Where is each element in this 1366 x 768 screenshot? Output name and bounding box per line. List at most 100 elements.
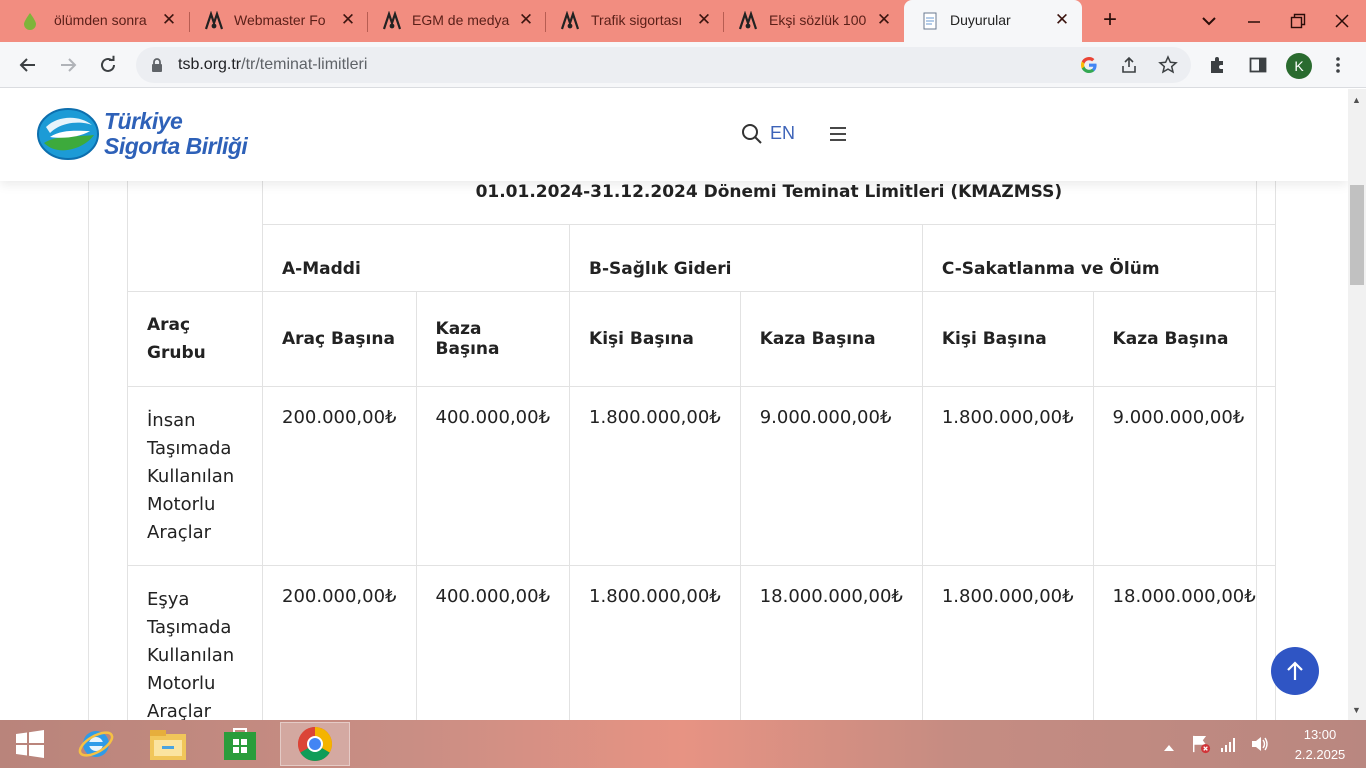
page-viewport: Türkiye Sigorta Birliği EN 01.01.2024-31… [0, 89, 1348, 720]
hamburger-menu-icon[interactable] [829, 125, 847, 143]
reload-icon [101, 55, 115, 72]
document-icon [923, 12, 937, 30]
arrow-up-icon [1287, 661, 1303, 680]
logo-line-2: Sigorta Birliği [104, 133, 248, 159]
green-drop-icon [24, 13, 36, 30]
subheader-cell: Kişi Başına [569, 291, 741, 387]
tab-4[interactable]: Trafik sigortası ✕ [546, 0, 724, 42]
windows-taskbar: 13:00 2.2.2025 [0, 720, 1366, 768]
tab-6-active[interactable]: Duyurular ✕ [904, 0, 1082, 42]
profile-avatar[interactable]: K [1286, 53, 1312, 79]
scroll-up-arrow-icon[interactable]: ▲ [1352, 95, 1361, 105]
subheader-cell: Kaza Başına [1092, 291, 1276, 387]
tab-2[interactable]: Webmaster Fo ✕ [190, 0, 368, 42]
url-host: tsb.org.tr [178, 56, 242, 73]
chrome-icon [298, 727, 332, 761]
language-switch-link[interactable]: EN [770, 123, 795, 144]
side-panel-button[interactable] [1244, 51, 1272, 79]
share-icon[interactable] [1119, 55, 1139, 75]
restore-icon [1290, 13, 1306, 29]
tab-1[interactable]: ölümden sonra ✕ [0, 0, 190, 42]
tab-close-icon[interactable]: ✕ [337, 9, 359, 31]
logo-text: Türkiye Sigorta Birliği [104, 108, 248, 159]
start-button[interactable] [0, 722, 60, 766]
group-header-b: B-Sağlık Gideri [569, 224, 923, 292]
tab-strip: ölümden sonra ✕ Webmaster Fo ✕ EGM de me… [0, 0, 1366, 42]
address-bar[interactable]: tsb.org.tr/tr/teminat-limitleri [136, 47, 1191, 83]
group-header-c: C-Sakatlanma ve Ölüm [921, 224, 1276, 292]
tab-5[interactable]: Ekşi sözlük 100 ✕ [724, 0, 902, 42]
taskbar-chrome[interactable] [280, 722, 350, 766]
value-cell: 200.000,00₺ [262, 386, 417, 566]
forward-button[interactable] [54, 51, 82, 79]
close-window-button[interactable] [1320, 0, 1364, 42]
back-button[interactable] [14, 51, 42, 79]
forward-arrow-icon [61, 58, 77, 72]
value-cell: 9.000.000,00₺ [739, 386, 923, 566]
star-bookmark-icon[interactable] [1158, 55, 1178, 75]
table-row: Eşya Taşımada Kullanılan Motorlu Araçlar… [127, 565, 1276, 720]
browser-toolbar: tsb.org.tr/tr/teminat-limitleri K [0, 42, 1366, 88]
taskbar-store[interactable] [208, 722, 272, 766]
taskbar-file-explorer[interactable] [136, 722, 200, 766]
lock-icon[interactable] [150, 57, 164, 73]
tab-title: Duyurular [950, 12, 1011, 28]
tab-close-icon[interactable]: ✕ [515, 9, 537, 31]
subheader-cell: Kişi Başına [921, 291, 1094, 387]
content-border-left [88, 89, 89, 720]
value-cell: 1.800.000,00₺ [921, 565, 1094, 720]
kebab-menu-icon [1336, 57, 1340, 73]
new-tab-button[interactable]: + [1097, 8, 1123, 34]
site-logo[interactable]: Türkiye Sigorta Birliği [36, 105, 266, 165]
action-center-flag-icon[interactable] [1190, 734, 1212, 754]
tab-title: Ekşi sözlük 100 [769, 12, 867, 28]
site-logo-icon [204, 11, 224, 30]
network-signal-icon[interactable] [1220, 734, 1238, 754]
browser-menu-button[interactable] [1324, 51, 1352, 79]
start-icon [16, 730, 44, 758]
minimize-icon [1248, 21, 1260, 23]
row-name-cell: Eşya Taşımada Kullanılan Motorlu Araçlar [127, 565, 263, 720]
row-header-title: Araç Grubu [127, 291, 263, 387]
search-icon[interactable] [741, 123, 763, 145]
scrollbar-thumb[interactable] [1350, 185, 1364, 285]
url-text[interactable]: tsb.org.tr/tr/teminat-limitleri [178, 56, 367, 74]
tray-expand-icon[interactable] [1163, 738, 1175, 758]
tab-title: Webmaster Fo [234, 12, 326, 28]
reload-button[interactable] [94, 51, 122, 79]
chevron-down-icon[interactable] [1198, 10, 1220, 32]
logo-line-1: Türkiye [104, 108, 183, 134]
extensions-button[interactable] [1204, 51, 1232, 79]
scroll-down-arrow-icon[interactable]: ▼ [1352, 705, 1361, 715]
taskbar-ie[interactable] [64, 722, 128, 766]
tab-close-icon[interactable]: ✕ [1051, 9, 1073, 31]
tsb-logo-icon [37, 108, 99, 160]
subheader-cell: Kaza Başına [415, 291, 571, 387]
tab-3[interactable]: EGM de medya ✕ [368, 0, 546, 42]
restore-button[interactable] [1276, 0, 1320, 42]
store-icon [224, 728, 256, 760]
site-logo-icon [560, 11, 580, 30]
tab-close-icon[interactable]: ✕ [693, 9, 715, 31]
file-explorer-icon [150, 730, 186, 760]
tab-close-icon[interactable]: ✕ [873, 9, 895, 31]
page-scrollbar[interactable]: ▲ ▼ [1348, 89, 1366, 720]
group-header-a: A-Maddi [261, 224, 571, 292]
internet-explorer-icon [78, 731, 114, 757]
value-cell: 400.000,00₺ [415, 386, 571, 566]
tab-close-icon[interactable]: ✕ [158, 9, 180, 31]
table-row: İnsan Taşımada Kullanılan Motorlu Araçla… [127, 386, 1276, 566]
system-clock[interactable]: 13:00 2.2.2025 [1280, 725, 1360, 765]
site-logo-icon [738, 11, 758, 30]
scroll-to-top-button[interactable] [1271, 647, 1319, 695]
side-panel-icon [1249, 57, 1267, 73]
volume-icon[interactable] [1250, 734, 1270, 754]
value-cell: 1.800.000,00₺ [921, 386, 1094, 566]
value-cell: 18.000.000,00₺ [1092, 565, 1276, 720]
site-logo-icon [382, 11, 402, 30]
google-icon[interactable] [1079, 55, 1099, 75]
tab-title: Trafik sigortası [591, 12, 683, 28]
value-cell: 1.800.000,00₺ [569, 386, 741, 566]
row-name-cell: İnsan Taşımada Kullanılan Motorlu Araçla… [127, 386, 263, 566]
minimize-button[interactable] [1232, 0, 1276, 42]
